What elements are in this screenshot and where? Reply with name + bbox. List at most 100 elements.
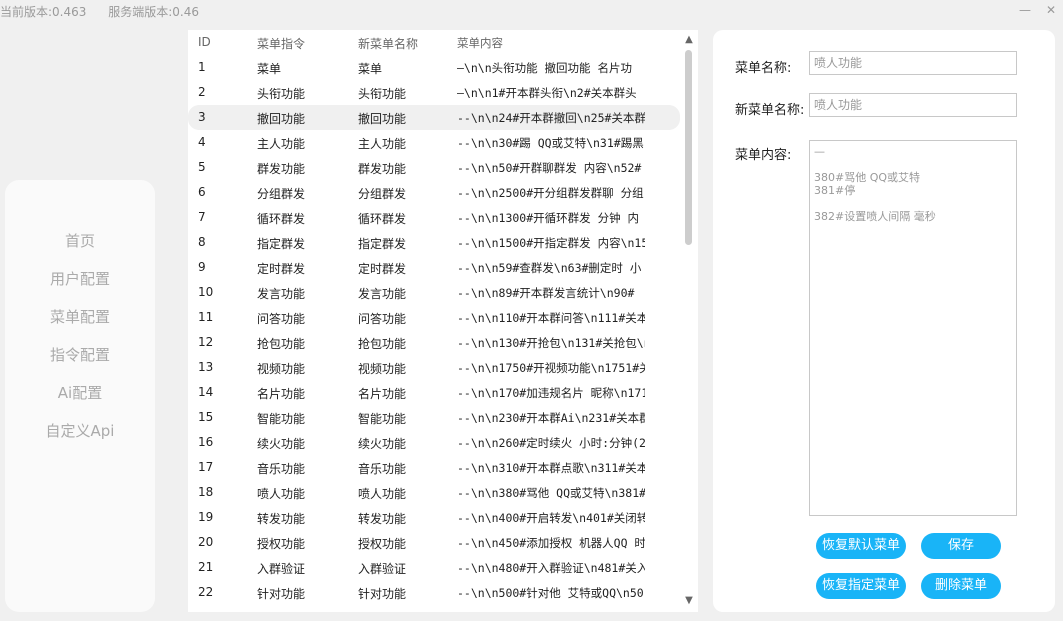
new-menu-name-input[interactable]: 喷人功能 (809, 93, 1017, 117)
cell-name: 群发功能 (358, 162, 407, 176)
cell-name: 名片功能 (358, 387, 407, 401)
cell-id: 12 (198, 335, 214, 349)
table-row[interactable]: 17 音乐功能 音乐功能 --\n\n310#开本群点歌\n311#关本 (188, 455, 680, 480)
scroll-down-icon[interactable]: ▼ (683, 595, 695, 607)
cell-cmd: 名片功能 (257, 387, 306, 401)
minimize-icon[interactable]: — (1017, 2, 1033, 18)
cell-name: 智能功能 (358, 412, 407, 426)
cell-id: 18 (198, 485, 214, 499)
cell-id: 15 (198, 410, 214, 424)
close-icon[interactable]: ✕ (1043, 2, 1059, 18)
cell-id: 13 (198, 360, 214, 374)
menu-name-label: 菜单名称: (735, 61, 792, 76)
cell-cmd: 指定群发 (257, 237, 306, 251)
save-button[interactable]: 保存 (921, 533, 1001, 559)
cell-content: --\n\n1750#开视频功能\n1751#关 (457, 361, 645, 375)
cell-name: 循环群发 (358, 212, 407, 226)
sidebar: 首页 用户配置 菜单配置 指令配置 Ai配置 自定义Api (5, 180, 155, 612)
table-row[interactable]: 19 转发功能 转发功能 --\n\n400#开启转发\n401#关闭转 (188, 505, 680, 530)
table-row[interactable]: 7 循环群发 循环群发 --\n\n1300#开循环群发 分钟 内 (188, 205, 680, 230)
cell-id: 3 (198, 110, 206, 124)
sidebar-item-menu-config[interactable]: 菜单配置 (5, 306, 155, 344)
menu-table: ID 菜单指令 新菜单名称 菜单内容 1 菜单 菜单 —\n\n头衔功能 撤回功能 名… (188, 30, 698, 612)
cell-content: --\n\n2500#开分组群发群聊 分组 (457, 186, 644, 200)
table-row[interactable]: 3 撤回功能 撤回功能 --\n\n24#开本群撤回\n25#关本群 (188, 105, 680, 130)
table-row[interactable]: 6 分组群发 分组群发 --\n\n2500#开分组群发群聊 分组 (188, 180, 680, 205)
cell-id: 4 (198, 135, 206, 149)
cell-content: --\n\n170#加违规名片 昵称\n171 (457, 386, 645, 400)
cell-cmd: 分组群发 (257, 187, 306, 201)
cell-name: 头衔功能 (358, 87, 407, 101)
column-header-content[interactable]: 菜单内容 (457, 35, 645, 51)
scroll-thumb[interactable] (685, 50, 692, 245)
cell-content: —\n\n头衔功能 撤回功能 名片功 (457, 61, 632, 75)
cell-content: --\n\n450#添加授权 机器人QQ 时 (457, 536, 645, 550)
cell-name: 视频功能 (358, 362, 407, 376)
cell-name: 针对功能 (358, 587, 407, 601)
cell-id: 16 (198, 435, 214, 449)
menu-content-textarea[interactable]: — 380#骂他 QQ或艾特 381#停 382#设置喷人间隔 毫秒 (809, 140, 1017, 516)
cell-id: 19 (198, 510, 214, 524)
menu-name-input[interactable]: 喷人功能 (809, 51, 1017, 75)
cell-name: 续火功能 (358, 437, 407, 451)
cell-content: --\n\n1500#开指定群发 内容\n15 (457, 236, 645, 250)
cell-content: --\n\n310#开本群点歌\n311#关本 (457, 461, 645, 475)
scroll-up-icon[interactable]: ▲ (683, 34, 695, 46)
table-row[interactable]: 20 授权功能 授权功能 --\n\n450#添加授权 机器人QQ 时 (188, 530, 680, 555)
restore-specified-button[interactable]: 恢复指定菜单 (816, 573, 906, 599)
table-row[interactable]: 18 喷人功能 喷人功能 --\n\n380#骂他 QQ或艾特\n381# (188, 480, 680, 505)
cell-cmd: 授权功能 (257, 537, 306, 551)
table-row[interactable]: 11 问答功能 问答功能 --\n\n110#开本群问答\n111#关本 (188, 305, 680, 330)
cell-content: --\n\n130#开抢包\n131#关抢包\n (457, 336, 645, 350)
cell-name: 入群验证 (358, 562, 407, 576)
table-row[interactable]: 14 名片功能 名片功能 --\n\n170#加违规名片 昵称\n171 (188, 380, 680, 405)
table-row[interactable]: 15 智能功能 智能功能 --\n\n230#开本群Ai\n231#关本群 (188, 405, 680, 430)
sidebar-item-home[interactable]: 首页 (5, 230, 155, 268)
sidebar-item-ai-config[interactable]: Ai配置 (5, 382, 155, 420)
cell-id: 22 (198, 585, 214, 599)
nav-list: 首页 用户配置 菜单配置 指令配置 Ai配置 自定义Api (5, 230, 155, 458)
table-row[interactable]: 12 抢包功能 抢包功能 --\n\n130#开抢包\n131#关抢包\n (188, 330, 680, 355)
cell-id: 6 (198, 185, 206, 199)
table-row[interactable]: 5 群发功能 群发功能 --\n\n50#开群聊群发 内容\n52# (188, 155, 680, 180)
restore-default-button[interactable]: 恢复默认菜单 (816, 533, 906, 559)
new-menu-name-label: 新菜单名称: (735, 103, 805, 118)
cell-content: --\n\n1300#开循环群发 分钟 内 (457, 211, 640, 225)
cell-cmd: 群发功能 (257, 162, 306, 176)
cell-content: --\n\n24#开本群撤回\n25#关本群 (457, 111, 645, 125)
table-row[interactable]: 4 主人功能 主人功能 --\n\n30#踢 QQ或艾特\n31#踢黑 (188, 130, 680, 155)
table-scrollbar[interactable]: ▲ ▼ (682, 30, 696, 612)
table-row[interactable]: 22 针对功能 针对功能 --\n\n500#针对他 艾特或QQ\n501 (188, 580, 680, 605)
cell-id: 5 (198, 160, 206, 174)
table-row[interactable]: 13 视频功能 视频功能 --\n\n1750#开视频功能\n1751#关 (188, 355, 680, 380)
cell-content: --\n\n260#定时续火 小时:分钟(2 (457, 436, 645, 450)
delete-button[interactable]: 删除菜单 (921, 573, 1001, 599)
column-header-cmd[interactable]: 菜单指令 (257, 35, 352, 52)
sidebar-item-user-config[interactable]: 用户配置 (5, 268, 155, 306)
table-row[interactable]: 10 发言功能 发言功能 --\n\n89#开本群发言统计\n90# (188, 280, 680, 305)
cell-id: 8 (198, 235, 206, 249)
cell-cmd: 续火功能 (257, 437, 306, 451)
cell-cmd: 针对功能 (257, 587, 306, 601)
table-row[interactable]: 2 头衔功能 头衔功能 —\n\n1#开本群头衔\n2#关本群头 (188, 80, 680, 105)
table-row[interactable]: 21 入群验证 入群验证 --\n\n480#开入群验证\n481#关入 (188, 555, 680, 580)
cell-name: 菜单 (358, 62, 383, 76)
sidebar-item-command-config[interactable]: 指令配置 (5, 344, 155, 382)
table-row[interactable]: 1 菜单 菜单 —\n\n头衔功能 撤回功能 名片功 (188, 55, 680, 80)
cell-id: 2 (198, 85, 206, 99)
sidebar-item-custom-api[interactable]: 自定义Api (5, 420, 155, 458)
table-row[interactable]: 8 指定群发 指定群发 --\n\n1500#开指定群发 内容\n15 (188, 230, 680, 255)
cell-content: --\n\n500#针对他 艾特或QQ\n501 (457, 586, 645, 600)
cell-cmd: 撤回功能 (257, 112, 306, 126)
cell-cmd: 转发功能 (257, 512, 306, 526)
cell-content: --\n\n59#查群发\n63#删定时 小 (457, 261, 642, 275)
cell-name: 问答功能 (358, 312, 407, 326)
column-header-name[interactable]: 新菜单名称 (358, 35, 453, 52)
cell-cmd: 视频功能 (257, 362, 306, 376)
cell-content: --\n\n110#开本群问答\n111#关本 (457, 311, 645, 325)
table-row[interactable]: 16 续火功能 续火功能 --\n\n260#定时续火 小时:分钟(2 (188, 430, 680, 455)
cell-id: 21 (198, 560, 214, 574)
column-header-id[interactable]: ID (198, 35, 238, 49)
table-row[interactable]: 9 定时群发 定时群发 --\n\n59#查群发\n63#删定时 小 (188, 255, 680, 280)
cell-name: 分组群发 (358, 187, 407, 201)
